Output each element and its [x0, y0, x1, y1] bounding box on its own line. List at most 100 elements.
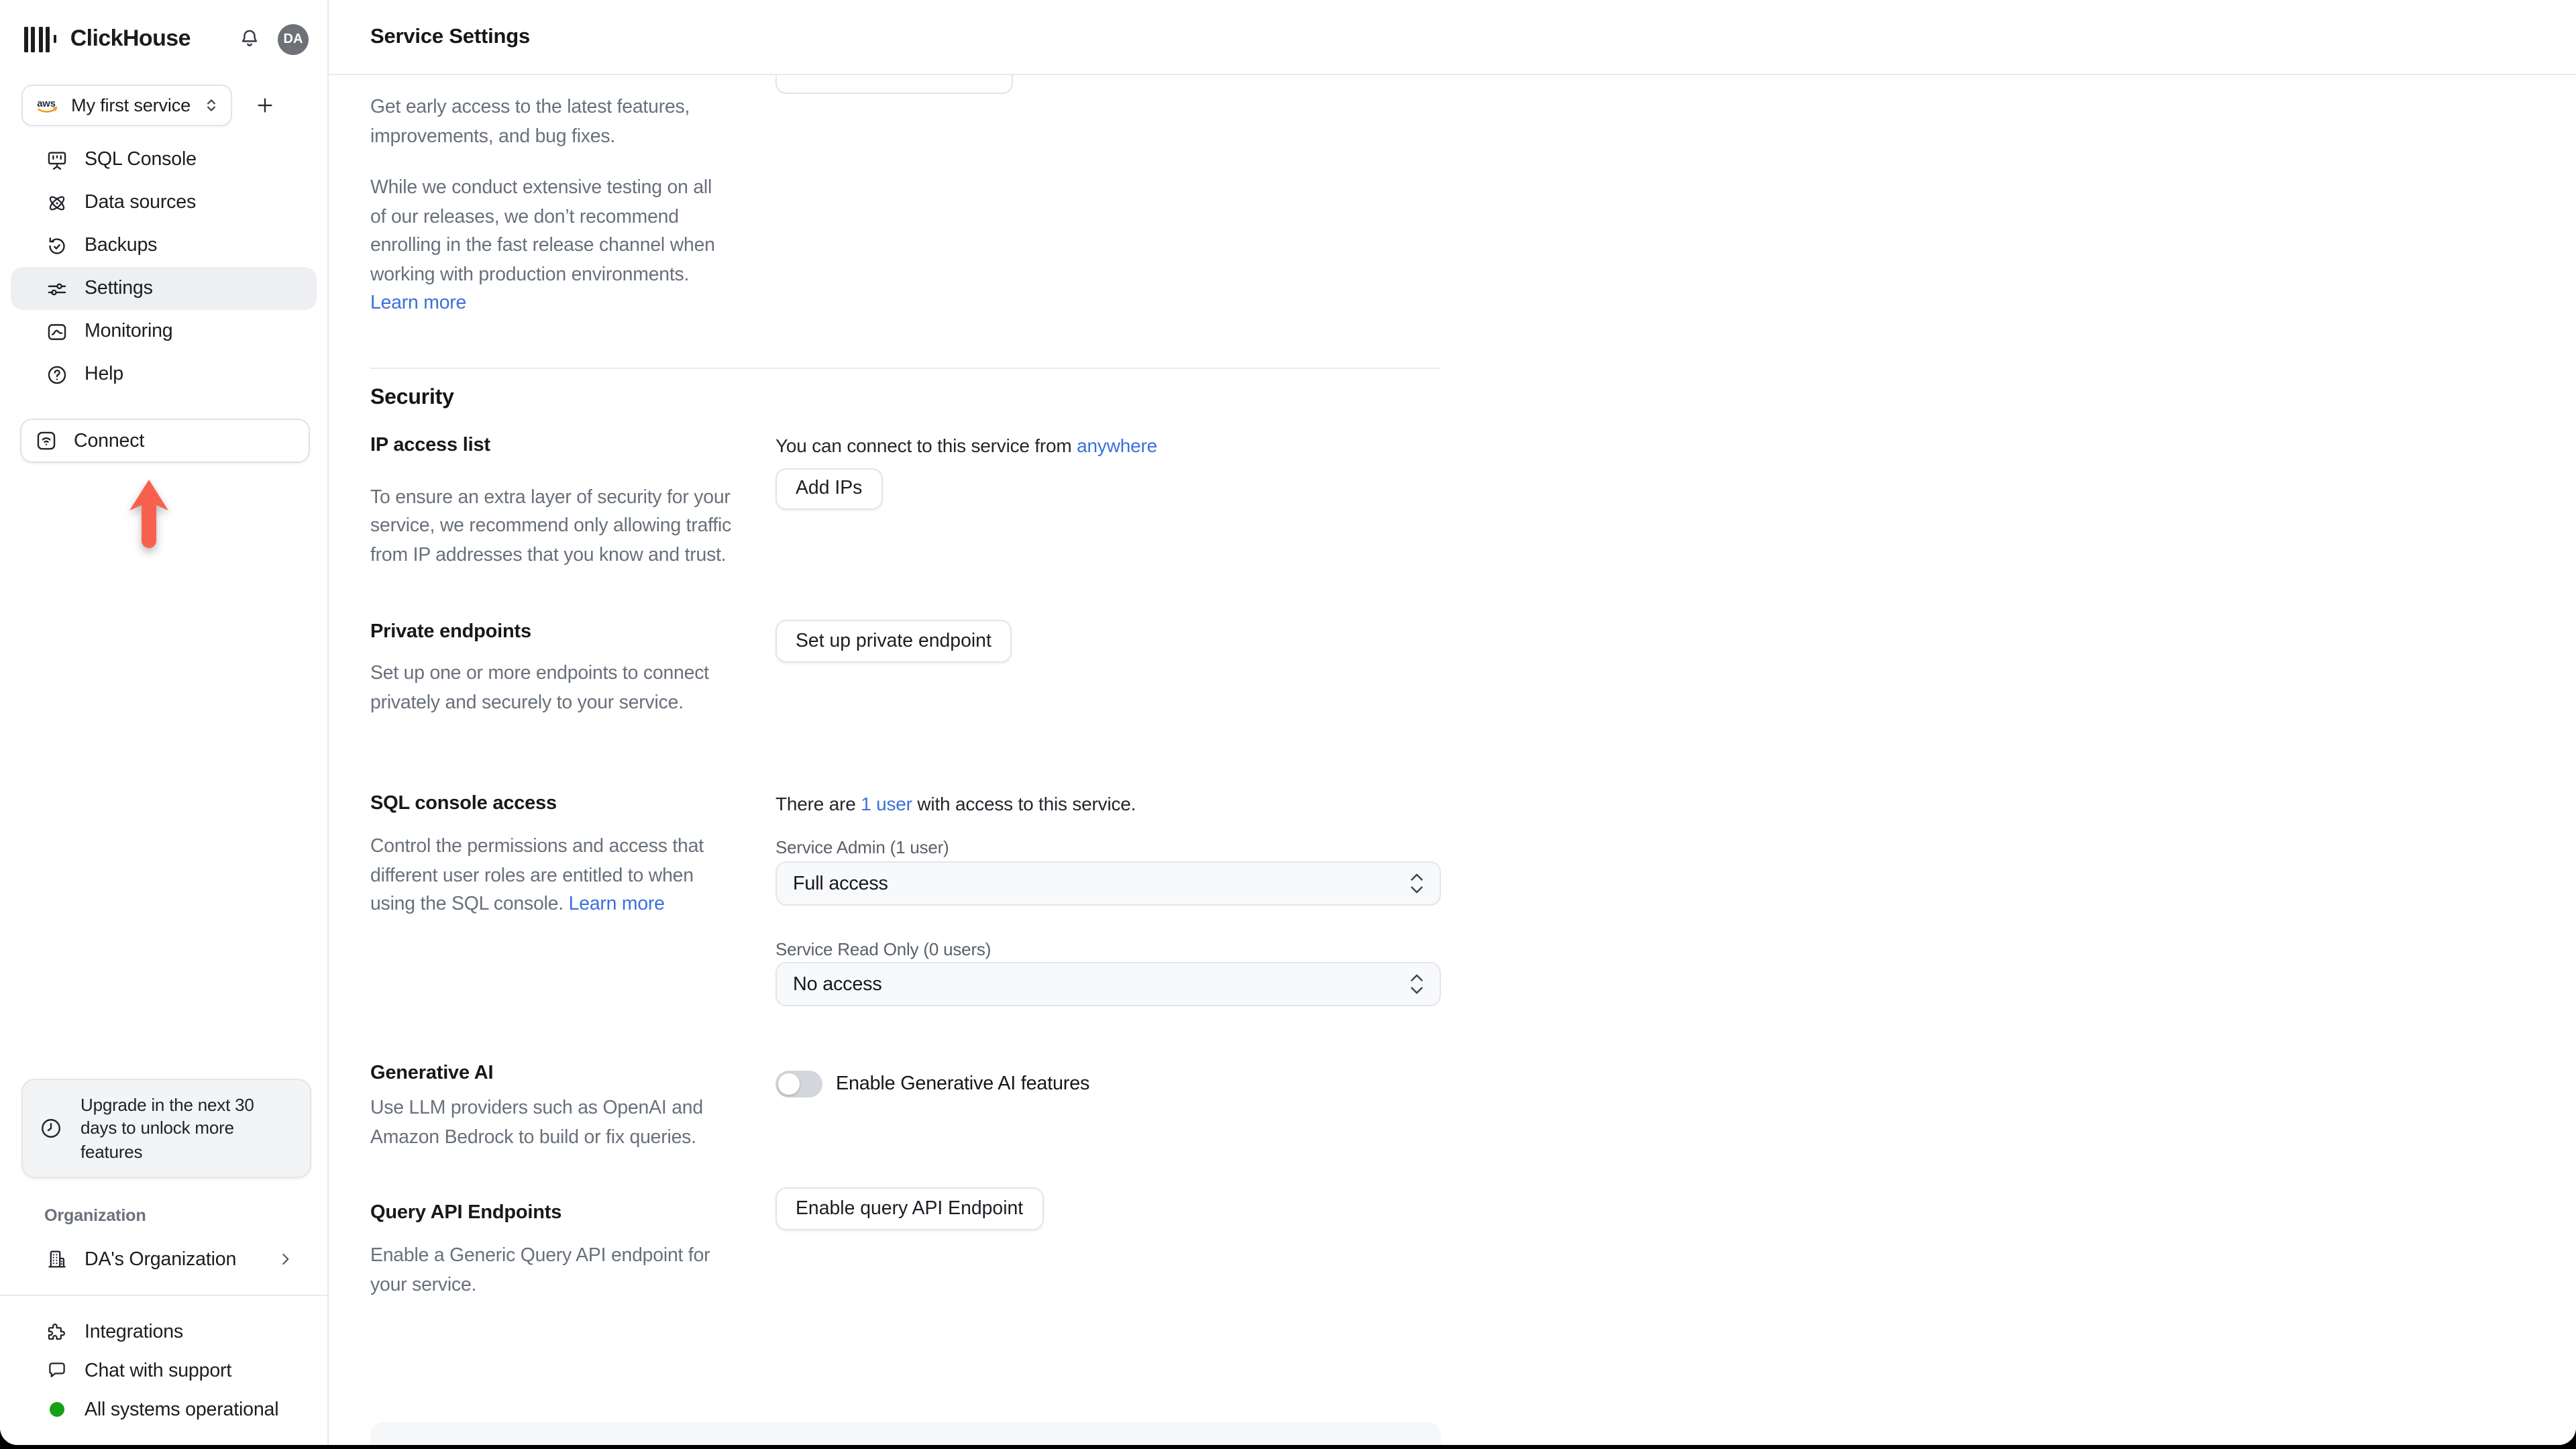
sidebar-item-integrations[interactable]: Integrations — [11, 1312, 317, 1351]
clickhouse-console-window: ClickHouse DA aws My first service SQL C… — [0, 0, 2576, 1445]
service-selector[interactable]: aws My first service — [21, 85, 232, 126]
page-header: Service Settings — [329, 0, 2576, 75]
generative-ai-toggle-label: Enable Generative AI features — [836, 1073, 1090, 1094]
next-section-panel-cutoff — [370, 1422, 1441, 1445]
service-readonly-label: Service Read Only (0 users) — [775, 939, 991, 959]
organization-section-label: Organization — [44, 1206, 146, 1225]
sidebar: ClickHouse DA aws My first service SQL C… — [0, 0, 329, 1445]
setup-private-endpoint-button[interactable]: Set up private endpoint — [775, 620, 1012, 663]
generative-ai-toggle[interactable] — [775, 1070, 822, 1097]
enable-query-api-button[interactable]: Enable query API Endpoint — [775, 1187, 1044, 1230]
chat-bubble-icon — [44, 1358, 68, 1383]
integrations-puzzle-icon — [44, 1320, 68, 1344]
anywhere-link[interactable]: anywhere — [1077, 434, 1157, 455]
sidebar-item-label: Data sources — [85, 192, 197, 213]
service-selector-row: aws My first service — [0, 72, 327, 126]
connect-button-label: Connect — [74, 430, 145, 451]
chevron-updown-icon — [1410, 874, 1424, 894]
clock-icon — [39, 1116, 63, 1140]
sidebar-bottom: Upgrade in the next 30 days to unlock mo… — [0, 1078, 327, 1445]
sidebar-item-chat-support[interactable]: Chat with support — [11, 1351, 317, 1390]
sidebar-item-help[interactable]: Help — [11, 353, 317, 396]
toggle-knob — [778, 1073, 800, 1094]
organization-building-icon — [44, 1247, 68, 1271]
backups-history-icon — [44, 233, 68, 258]
data-sources-icon — [44, 191, 68, 215]
sidebar-item-data-sources[interactable]: Data sources — [11, 181, 317, 224]
add-service-button[interactable] — [248, 89, 280, 121]
system-status-text: All systems operational — [85, 1399, 279, 1420]
sidebar-item-label: Monitoring — [85, 321, 173, 342]
query-api-desc: Enable a Generic Query API endpoint for … — [370, 1245, 710, 1295]
status-green-dot-icon — [49, 1402, 64, 1417]
clickhouse-logo-icon — [24, 26, 57, 52]
sql-access-learn-more-link[interactable]: Learn more — [569, 894, 665, 915]
private-endpoints-label: Private endpoints — [370, 621, 531, 643]
upgrade-notice-text: Upgrade in the next 30 days to unlock mo… — [80, 1094, 254, 1162]
annotation-arrow-up — [129, 480, 168, 548]
sidebar-item-label: Help — [85, 364, 124, 385]
sidebar-header: ClickHouse DA — [0, 0, 327, 72]
sidebar-item-settings[interactable]: Settings — [11, 267, 317, 310]
service-admin-select[interactable]: Full access — [775, 861, 1441, 906]
private-endpoints-row: Private endpoints Set up one or more end… — [370, 620, 1441, 718]
query-api-row: Query API Endpoints Enable a Generic Que… — [370, 1187, 1441, 1300]
settings-content: Get early access to the latest features,… — [370, 75, 1441, 1445]
add-ips-button[interactable]: Add IPs — [775, 468, 883, 509]
user-avatar[interactable]: DA — [278, 23, 309, 54]
query-api-label: Query API Endpoints — [370, 1202, 562, 1224]
notifications-bell-icon[interactable] — [235, 24, 264, 54]
sidebar-item-label: Backups — [85, 235, 158, 256]
chevron-right-icon — [276, 1250, 294, 1268]
sql-access-desc: Control the permissions and access that … — [370, 836, 704, 915]
aws-logo-icon: aws — [37, 99, 58, 113]
main-area: Service Settings Get early access to the… — [329, 0, 2576, 1445]
service-name: My first service — [71, 95, 191, 115]
system-status-row[interactable]: All systems operational — [11, 1390, 317, 1429]
release-channel-desc-1: Get early access to the latest features,… — [370, 97, 690, 147]
sql-access-label: SQL console access — [370, 793, 557, 814]
security-heading: Security — [370, 386, 454, 409]
footer-item-label: Integrations — [85, 1321, 184, 1342]
service-admin-value: Full access — [793, 873, 888, 894]
generative-ai-row: Generative AI Use LLM providers such as … — [370, 1061, 1441, 1152]
private-endpoints-desc: Set up one or more endpoints to connect … — [370, 663, 709, 713]
release-learn-more-link[interactable]: Learn more — [370, 292, 466, 314]
footer-item-label: Chat with support — [85, 1360, 232, 1381]
connect-icon — [34, 429, 58, 453]
clickhouse-brand[interactable]: ClickHouse — [24, 25, 191, 52]
sidebar-item-backups[interactable]: Backups — [11, 224, 317, 267]
sql-console-access-row: SQL console access Control the permissio… — [370, 792, 1441, 1006]
release-channel-desc-2: While we conduct extensive testing on al… — [370, 177, 715, 314]
ip-access-row: IP access list To ensure an extra layer … — [370, 433, 1441, 570]
organization-name: DA's Organization — [85, 1248, 237, 1270]
page-title: Service Settings — [370, 25, 531, 48]
brand-name: ClickHouse — [70, 25, 191, 51]
generative-ai-label: Generative AI — [370, 1063, 494, 1084]
monitoring-chart-icon — [44, 319, 68, 343]
upgrade-notice[interactable]: Upgrade in the next 30 days to unlock mo… — [21, 1078, 311, 1178]
generative-ai-desc: Use LLM providers such as OpenAI and Ama… — [370, 1097, 703, 1148]
ip-access-label: IP access list — [370, 434, 490, 455]
chevron-updown-icon — [1410, 975, 1424, 994]
sidebar-divider — [0, 1295, 327, 1296]
ip-access-desc: To ensure an extra layer of security for… — [370, 486, 732, 566]
section-divider — [370, 367, 1441, 368]
sidebar-item-label: SQL Console — [85, 149, 197, 170]
organization-row[interactable]: DA's Organization — [11, 1237, 317, 1281]
chevron-updown-icon — [203, 97, 220, 114]
settings-sliders-icon — [44, 276, 68, 301]
sidebar-nav: SQL Console Data sources Backups Setting… — [11, 138, 317, 396]
ip-access-summary: You can connect to this service from any… — [775, 434, 1157, 455]
one-user-link[interactable]: 1 user — [861, 793, 912, 814]
sql-access-summary: There are 1 user with access to this ser… — [775, 793, 1136, 814]
service-readonly-select[interactable]: No access — [775, 962, 1441, 1006]
sidebar-item-monitoring[interactable]: Monitoring — [11, 310, 317, 353]
help-question-icon — [44, 362, 68, 386]
sql-console-icon — [44, 148, 68, 172]
sidebar-item-sql-console[interactable]: SQL Console — [11, 138, 317, 181]
service-admin-label: Service Admin (1 user) — [775, 837, 949, 857]
connect-button[interactable]: Connect — [20, 419, 310, 463]
svg-text:aws: aws — [37, 99, 56, 109]
service-readonly-value: No access — [793, 973, 882, 995]
